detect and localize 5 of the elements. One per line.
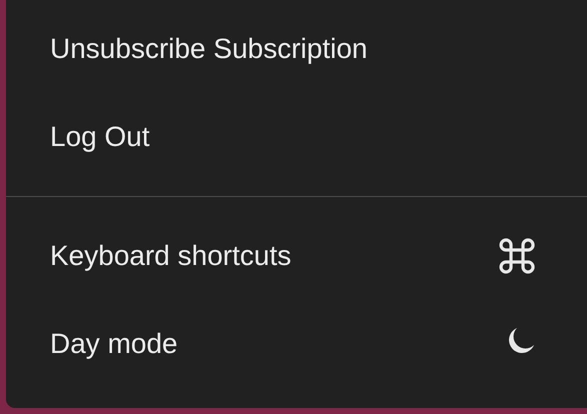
command-icon [497, 236, 537, 276]
menu-item[interactable]: Log Out [6, 93, 587, 181]
menu-item[interactable]: Keyboard shortcuts [6, 212, 587, 300]
menu-item[interactable]: Unsubscribe Subscription [6, 5, 587, 93]
menu-item[interactable]: Day mode [6, 300, 587, 388]
